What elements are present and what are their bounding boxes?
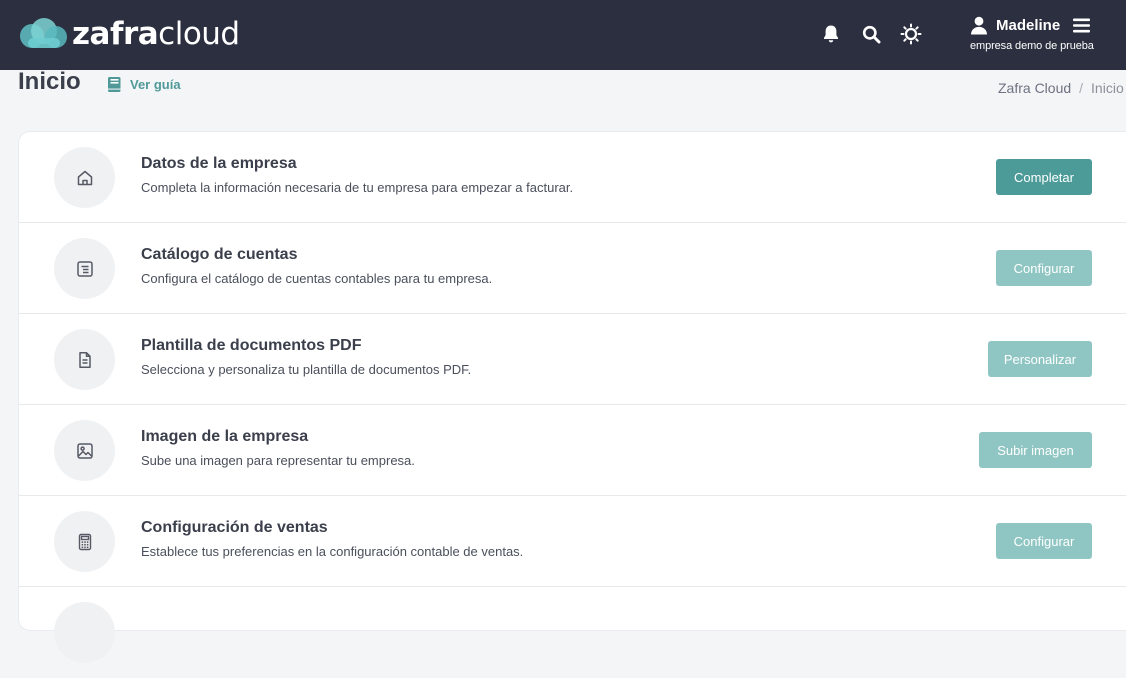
setup-item-title: Catálogo de cuentas [141, 246, 298, 263]
setup-item-description: Selecciona y personaliza tu plantilla de… [141, 362, 472, 377]
cloud-logo-icon [18, 16, 70, 52]
page-title: Inicio [18, 68, 81, 95]
configure-sales-button[interactable]: Configurar [996, 523, 1092, 559]
bell-icon[interactable] [820, 23, 842, 45]
setup-item-description: Sube una imagen para representar tu empr… [141, 453, 415, 468]
upload-image-button[interactable]: Subir imagen [979, 432, 1092, 468]
company-name: empresa demo de prueba [970, 40, 1094, 52]
sun-icon[interactable] [900, 23, 922, 45]
user-name: Madeline [996, 16, 1061, 34]
image-icon [54, 420, 115, 481]
customize-template-button[interactable]: Personalizar [988, 341, 1092, 377]
breadcrumb-current: Inicio [1091, 80, 1124, 96]
setup-item-company-data: Datos de la empresa Completa la informac… [19, 132, 1126, 223]
home-icon [54, 147, 115, 208]
setup-item-sales-config: Configuración de ventas Establece tus pr… [19, 496, 1126, 587]
breadcrumb-root[interactable]: Zafra Cloud [998, 80, 1071, 96]
calculator-icon [54, 511, 115, 572]
setup-card: Datos de la empresa Completa la informac… [18, 131, 1126, 663]
logo-text-zafra: zafra [72, 16, 159, 52]
logo-text-cloud: cloud [158, 16, 240, 52]
setup-item-pdf-template: Plantilla de documentos PDF Selecciona y… [19, 314, 1126, 405]
complete-button[interactable]: Completar [996, 159, 1092, 195]
setup-item-description: Configura el catálogo de cuentas contabl… [141, 271, 493, 286]
view-guide-link[interactable]: Ver guía [107, 76, 181, 93]
setup-item-title: Plantilla de documentos PDF [141, 337, 362, 354]
logo-wordmark: zafracloud [72, 16, 240, 52]
book-icon [107, 76, 122, 93]
user-menu[interactable]: Madeline empresa demo de prueba [968, 14, 1118, 52]
setup-item-title: Configuración de ventas [141, 519, 328, 536]
document-icon [54, 329, 115, 390]
view-guide-label: Ver guía [130, 77, 181, 92]
user-row: Madeline [968, 14, 1118, 36]
search-icon[interactable] [860, 23, 882, 45]
list-icon [54, 238, 115, 299]
breadcrumb-separator: / [1079, 80, 1084, 96]
setup-item-title: Imagen de la empresa [141, 428, 309, 445]
user-icon [970, 16, 988, 35]
setup-item-description: Establece tus preferencias en la configu… [141, 544, 524, 559]
top-navbar: zafracloud Madeline empresa demo de prue… [0, 0, 1126, 70]
setup-item-description: Completa la información necesaria de tu … [141, 180, 574, 195]
setup-item-accounts-catalog: Catálogo de cuentas Configura el catálog… [19, 223, 1126, 314]
breadcrumb: Zafra Cloud / Inicio [998, 80, 1124, 96]
setup-item-title: Datos de la empresa [141, 155, 297, 172]
zafracloud-logo[interactable]: zafracloud [18, 16, 240, 52]
hamburger-menu-icon[interactable] [1073, 18, 1091, 33]
setup-item-company-image: Imagen de la empresa Sube una imagen par… [19, 405, 1126, 496]
configure-accounts-button[interactable]: Configurar [996, 250, 1092, 286]
next-item-icon [54, 602, 115, 663]
setup-item-next [19, 587, 1126, 678]
